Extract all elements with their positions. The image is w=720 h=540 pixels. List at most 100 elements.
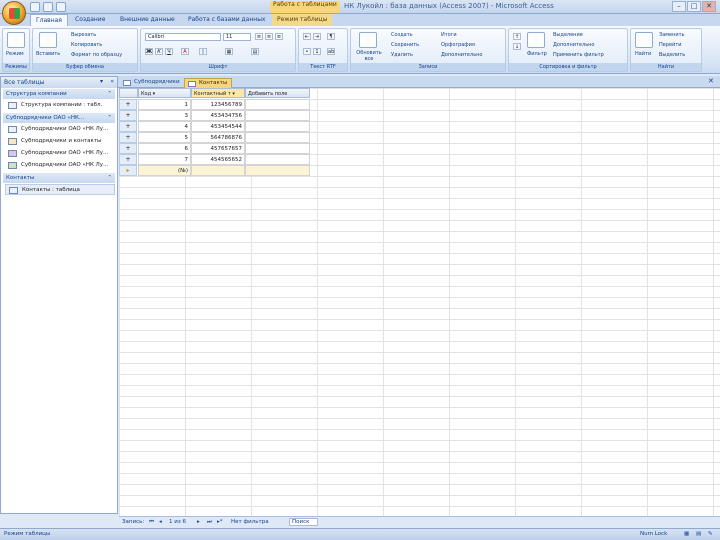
cell-add-field[interactable] xyxy=(245,121,310,132)
row-selector[interactable]: + xyxy=(119,154,137,165)
underline-icon[interactable]: Ч xyxy=(165,48,173,55)
cell-code[interactable]: 6 xyxy=(138,143,191,154)
binoculars-icon[interactable] xyxy=(635,32,653,48)
nav-dropdown-icon[interactable]: ▾ xyxy=(100,78,103,85)
nav-item-subcontractors-report[interactable]: Субподрядчики ОАО «НК Лу… xyxy=(5,160,115,171)
nav-section-contacts[interactable]: Контакты ⌃ xyxy=(3,173,115,183)
new-row-phone[interactable] xyxy=(191,165,245,176)
indent-decrease-icon[interactable]: ⇤ xyxy=(303,33,311,40)
indent-increase-icon[interactable]: ⇥ xyxy=(313,33,321,40)
spelling-button[interactable]: Орфография xyxy=(441,42,475,48)
filter-button[interactable]: Фильтр xyxy=(527,51,547,57)
font-name-select[interactable]: Calibri xyxy=(145,33,221,41)
nav-item-subcontractors-query[interactable]: Субподрядчики и контакты xyxy=(5,136,115,147)
cell-add-field[interactable] xyxy=(245,132,310,143)
office-button[interactable] xyxy=(2,1,26,25)
cell-code[interactable]: 1 xyxy=(138,99,191,110)
chevron-up-icon[interactable]: ⌃ xyxy=(107,115,112,121)
highlight-icon[interactable]: ab xyxy=(327,48,335,55)
row-selector[interactable]: + xyxy=(119,99,137,110)
column-header-phone[interactable]: Контактный т ▾ xyxy=(191,88,245,98)
nav-section-subcontractors[interactable]: Субподрядчики ОАО «НК… ⌃ xyxy=(3,113,115,123)
fill-color-icon[interactable]: ◊ xyxy=(199,48,207,55)
cell-phone[interactable]: 454565652 xyxy=(191,154,245,165)
filter-icon[interactable] xyxy=(527,32,545,48)
replace-button[interactable]: Заменить xyxy=(659,32,685,38)
row-selector[interactable]: + xyxy=(119,110,137,121)
refresh-icon[interactable] xyxy=(359,32,377,48)
row-selector[interactable]: + xyxy=(119,132,137,143)
nav-collapse-icon[interactable]: « xyxy=(110,78,114,85)
cell-add-field[interactable] xyxy=(245,110,310,121)
row-selector[interactable]: + xyxy=(119,121,137,132)
align-left-icon[interactable]: ≡ xyxy=(255,33,263,40)
selection-button[interactable]: Выделение xyxy=(553,32,583,38)
more-records-button[interactable]: Дополнительно xyxy=(441,52,482,58)
close-document-icon[interactable]: ✕ xyxy=(708,78,716,86)
view-icon[interactable] xyxy=(7,32,25,48)
cell-code[interactable]: 3 xyxy=(138,110,191,121)
doc-tab-subcontractors[interactable]: Субподрядчики xyxy=(120,78,184,88)
select-button[interactable]: Выделить xyxy=(659,52,685,58)
cell-add-field[interactable] xyxy=(245,154,310,165)
no-filter-indicator[interactable]: Нет фильтра xyxy=(231,519,269,525)
first-record-icon[interactable]: ⏮ xyxy=(149,519,154,526)
datasheet-view-icon[interactable]: ▦ xyxy=(684,531,689,537)
cell-code[interactable]: 4 xyxy=(138,121,191,132)
cell-code[interactable]: 7 xyxy=(138,154,191,165)
prev-record-icon[interactable]: ◂ xyxy=(159,519,162,525)
chevron-up-icon[interactable]: ⌃ xyxy=(107,175,112,181)
bold-icon[interactable]: Ж xyxy=(145,48,153,55)
next-record-icon[interactable]: ▸ xyxy=(197,519,200,525)
goto-button[interactable]: Перейти xyxy=(659,42,682,48)
cell-phone[interactable]: 453454544 xyxy=(191,121,245,132)
new-row-code[interactable]: (№) xyxy=(138,165,191,176)
copy-button[interactable]: Копировать xyxy=(71,42,102,48)
paste-icon[interactable] xyxy=(39,32,57,48)
refresh-all-button[interactable]: Обновить все xyxy=(353,50,385,62)
new-row-selector[interactable]: ▸ xyxy=(119,165,137,176)
nav-section-structure[interactable]: Структура компании ⌃ xyxy=(3,89,115,99)
new-row-add-field[interactable] xyxy=(245,165,310,176)
tab-external-data[interactable]: Внешние данные xyxy=(115,14,180,26)
paste-button[interactable]: Вставить xyxy=(36,51,60,57)
column-header-add-field[interactable]: Добавить поле xyxy=(245,88,310,98)
cell-phone[interactable]: 564786876 xyxy=(191,132,245,143)
view-button-label[interactable]: Режим xyxy=(6,51,24,57)
cell-phone[interactable]: 123456789 xyxy=(191,99,245,110)
nav-item-subcontractors-table[interactable]: Субподрядчики ОАО «НК Лу… xyxy=(5,124,115,135)
column-header-code[interactable]: Код ▾ xyxy=(138,88,191,98)
minimize-button[interactable]: – xyxy=(672,1,686,12)
tab-database-tools[interactable]: Работа с базами данных xyxy=(183,14,271,26)
alt-fill-icon[interactable]: ▤ xyxy=(251,48,259,55)
cell-phone[interactable]: 457657657 xyxy=(191,143,245,154)
bullets-icon[interactable]: • xyxy=(303,48,311,55)
totals-button[interactable]: Итоги xyxy=(441,32,457,38)
search-box[interactable]: Поиск xyxy=(289,518,319,526)
find-button[interactable]: Найти xyxy=(635,51,651,57)
cell-phone[interactable]: 453434756 xyxy=(191,110,245,121)
toggle-filter-button[interactable]: Применить фильтр xyxy=(553,52,604,58)
last-record-icon[interactable]: ⏭ xyxy=(207,519,212,526)
save-record-button[interactable]: Сохранить xyxy=(391,42,419,48)
cut-button[interactable]: Вырезать xyxy=(71,32,96,38)
cell-code[interactable]: 5 xyxy=(138,132,191,143)
advanced-filter-button[interactable]: Дополнительно xyxy=(553,42,594,48)
close-button[interactable]: ✕ xyxy=(702,1,716,12)
redo-icon[interactable] xyxy=(56,2,66,12)
chevron-up-icon[interactable]: ⌃ xyxy=(107,91,112,97)
tab-home[interactable]: Главная xyxy=(30,14,68,26)
maximize-button[interactable]: □ xyxy=(687,1,701,12)
pivot-view-icon[interactable]: ▤ xyxy=(696,531,701,537)
nav-item-contacts-table[interactable]: Контакты : таблица xyxy=(5,184,115,195)
numbering-icon[interactable]: 1 xyxy=(313,48,321,55)
nav-item-structure-table[interactable]: Структура компании : табл. xyxy=(5,100,115,111)
cell-add-field[interactable] xyxy=(245,143,310,154)
italic-icon[interactable]: К xyxy=(155,48,163,55)
sort-desc-icon[interactable]: ↓ xyxy=(513,43,521,50)
new-record-button[interactable]: Создать xyxy=(391,32,413,38)
sort-asc-icon[interactable]: ↑ xyxy=(513,33,521,40)
align-right-icon[interactable]: ≡ xyxy=(275,33,283,40)
record-position[interactable]: 1 из 6 xyxy=(169,519,186,525)
save-icon[interactable] xyxy=(30,2,40,12)
